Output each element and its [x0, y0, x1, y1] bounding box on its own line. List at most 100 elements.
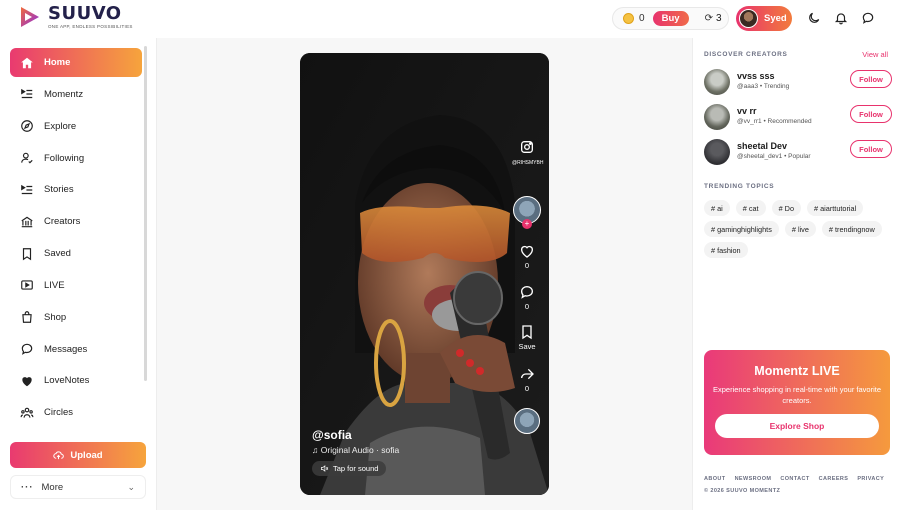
view-all-link[interactable]: View all — [862, 50, 888, 59]
discover-creators-title: DISCOVER CREATORS — [704, 51, 788, 58]
topic-chip[interactable]: # trendingnow — [821, 221, 882, 237]
topic-chip[interactable]: # gaminghighlights — [704, 221, 779, 237]
user-menu-button[interactable]: Syed — [736, 6, 792, 31]
share-arrow-icon — [521, 368, 534, 380]
moon-icon[interactable] — [807, 11, 821, 25]
copyright: © 2026 SUUVO MOMENTZ — [704, 488, 781, 494]
sidebar-item-momentz[interactable]: Momentz — [10, 80, 142, 109]
more-button[interactable]: ··· More ⌄ — [10, 475, 146, 499]
creator-name[interactable]: sheetal Dev — [737, 141, 787, 151]
brand-logo[interactable]: SUUVO ONE APP, ENDLESS POSSIBILITIES — [18, 5, 133, 30]
home-icon — [21, 57, 33, 68]
creator-card: vv rr @vv_rr1 • Recommended Follow — [704, 104, 892, 132]
sidebar-item-following[interactable]: Following — [10, 144, 142, 173]
brand-name: SUUVO — [48, 3, 122, 24]
audio-label: Original Audio · sofia — [320, 445, 400, 455]
video-player[interactable]: @RIHSMYBH + 0 0 Save 0 @sofia ♫ Original… — [300, 53, 549, 495]
comment-button[interactable]: 0 — [512, 284, 542, 311]
topic-chip[interactable]: # aiarttutorial — [807, 200, 864, 216]
follow-button[interactable]: Follow — [850, 140, 892, 158]
avatar[interactable] — [704, 139, 730, 165]
sidebar-scrollbar[interactable] — [144, 46, 147, 381]
sidebar-item-lovenotes[interactable]: LoveNotes — [10, 366, 142, 395]
wallet-pill: 0 Buy ⟳ 3 — [612, 7, 729, 30]
topic-chip[interactable]: # cat — [735, 200, 766, 216]
explore-shop-button[interactable]: Explore Shop — [715, 414, 879, 438]
heart-icon — [521, 245, 533, 258]
chat-bubble-icon[interactable] — [861, 11, 875, 25]
creator-name[interactable]: vvss sss — [737, 71, 775, 81]
video-username[interactable]: @sofia — [312, 428, 399, 442]
creator-avatar-button[interactable]: + — [512, 196, 542, 230]
sidebar-item-label: Creators — [44, 216, 81, 228]
footer-link-privacy[interactable]: PRIVACY — [857, 476, 884, 482]
creator-meta: @sheetal_dev1 • Popular — [737, 153, 811, 160]
footer-link-about[interactable]: ABOUT — [704, 476, 726, 482]
creator-card: sheetal Dev @sheetal_dev1 • Popular Foll… — [704, 139, 892, 167]
follow-button[interactable]: Follow — [850, 105, 892, 123]
topic-chip[interactable]: # fashion — [704, 242, 748, 258]
sidebar-item-label: Home — [44, 57, 71, 68]
more-label: More — [41, 481, 64, 493]
main-feed: @RIHSMYBH + 0 0 Save 0 @sofia ♫ Original… — [157, 38, 692, 510]
footer-link-contact[interactable]: CONTACT — [780, 476, 809, 482]
live-card-description: Experience shopping in real-time with yo… — [713, 385, 881, 405]
share-count: 0 — [524, 384, 530, 393]
video-caption: @sofia ♫ Original Audio · sofia Tap for … — [312, 428, 399, 478]
music-note-icon: ♫ — [312, 445, 321, 455]
bookmark-icon — [22, 247, 32, 260]
sidebar-item-live[interactable]: LIVE — [10, 271, 142, 300]
sidebar-item-label: Explore — [44, 120, 77, 132]
muted-speaker-icon — [321, 465, 329, 472]
sidebar-item-home[interactable]: Home — [10, 48, 142, 77]
comment-count: 0 — [524, 302, 530, 311]
share-button[interactable]: 0 — [512, 366, 542, 393]
avatar[interactable] — [704, 104, 730, 130]
cloud-upload-icon — [53, 450, 65, 459]
plus-icon[interactable]: + — [522, 219, 532, 229]
avatar[interactable] — [704, 69, 730, 95]
bookmark-icon — [522, 325, 532, 340]
trending-topics-title: TRENDING TOPICS — [704, 183, 775, 190]
bank-icon — [21, 216, 33, 227]
top-bar: SUUVO ONE APP, ENDLESS POSSIBILITIES 0 B… — [0, 0, 900, 38]
sidebar-item-saved[interactable]: Saved — [10, 239, 142, 268]
shopping-bag-icon — [22, 311, 32, 324]
music-disc-icon — [514, 408, 540, 434]
sidebar-item-shop[interactable]: Shop — [10, 303, 142, 332]
footer-link-newsroom[interactable]: NEWSROOM — [735, 476, 772, 482]
like-count: 0 — [524, 261, 530, 270]
topic-chip[interactable]: # ai — [704, 200, 730, 216]
audio-info[interactable]: ♫ Original Audio · sofia — [312, 445, 399, 455]
sidebar-item-stories[interactable]: Stories — [10, 175, 142, 204]
instagram-icon — [521, 141, 533, 153]
topic-chip[interactable]: # Do — [771, 200, 802, 216]
bell-icon[interactable] — [834, 11, 848, 25]
sidebar-item-creators[interactable]: Creators — [10, 207, 142, 236]
chat-bubble-icon — [21, 343, 33, 355]
sidebar-item-label: Stories — [44, 184, 74, 196]
sidebar-item-messages[interactable]: Messages — [10, 335, 142, 364]
upload-button[interactable]: Upload — [10, 442, 146, 468]
sidebar-item-label: Shop — [44, 311, 67, 323]
heart-icon — [22, 377, 32, 387]
footer-link-careers[interactable]: CAREERS — [819, 476, 849, 482]
sidebar-item-circles[interactable]: Circles — [10, 398, 142, 427]
play-logo-icon — [21, 7, 39, 28]
buy-button[interactable]: Buy — [652, 11, 689, 26]
topic-chip[interactable]: # live — [784, 221, 816, 237]
save-button[interactable]: Save — [512, 324, 542, 351]
upload-label: Upload — [70, 449, 103, 461]
sidebar-item-label: Momentz — [44, 88, 84, 100]
sidebar: Home Momentz Explore Following Stories C… — [0, 38, 157, 510]
sidebar-item-label: Circles — [44, 407, 74, 419]
like-button[interactable]: 0 — [512, 243, 542, 270]
comment-icon — [520, 285, 534, 299]
tap-for-sound-button[interactable]: Tap for sound — [312, 461, 387, 476]
music-disc-button[interactable] — [512, 408, 542, 434]
creator-meta: @aaa3 • Trending — [737, 83, 790, 90]
creator-name[interactable]: vv rr — [737, 106, 757, 116]
sidebar-item-explore[interactable]: Explore — [10, 112, 142, 141]
follow-button[interactable]: Follow — [850, 70, 892, 88]
creator-card: vvss sss @aaa3 • Trending Follow — [704, 69, 892, 97]
